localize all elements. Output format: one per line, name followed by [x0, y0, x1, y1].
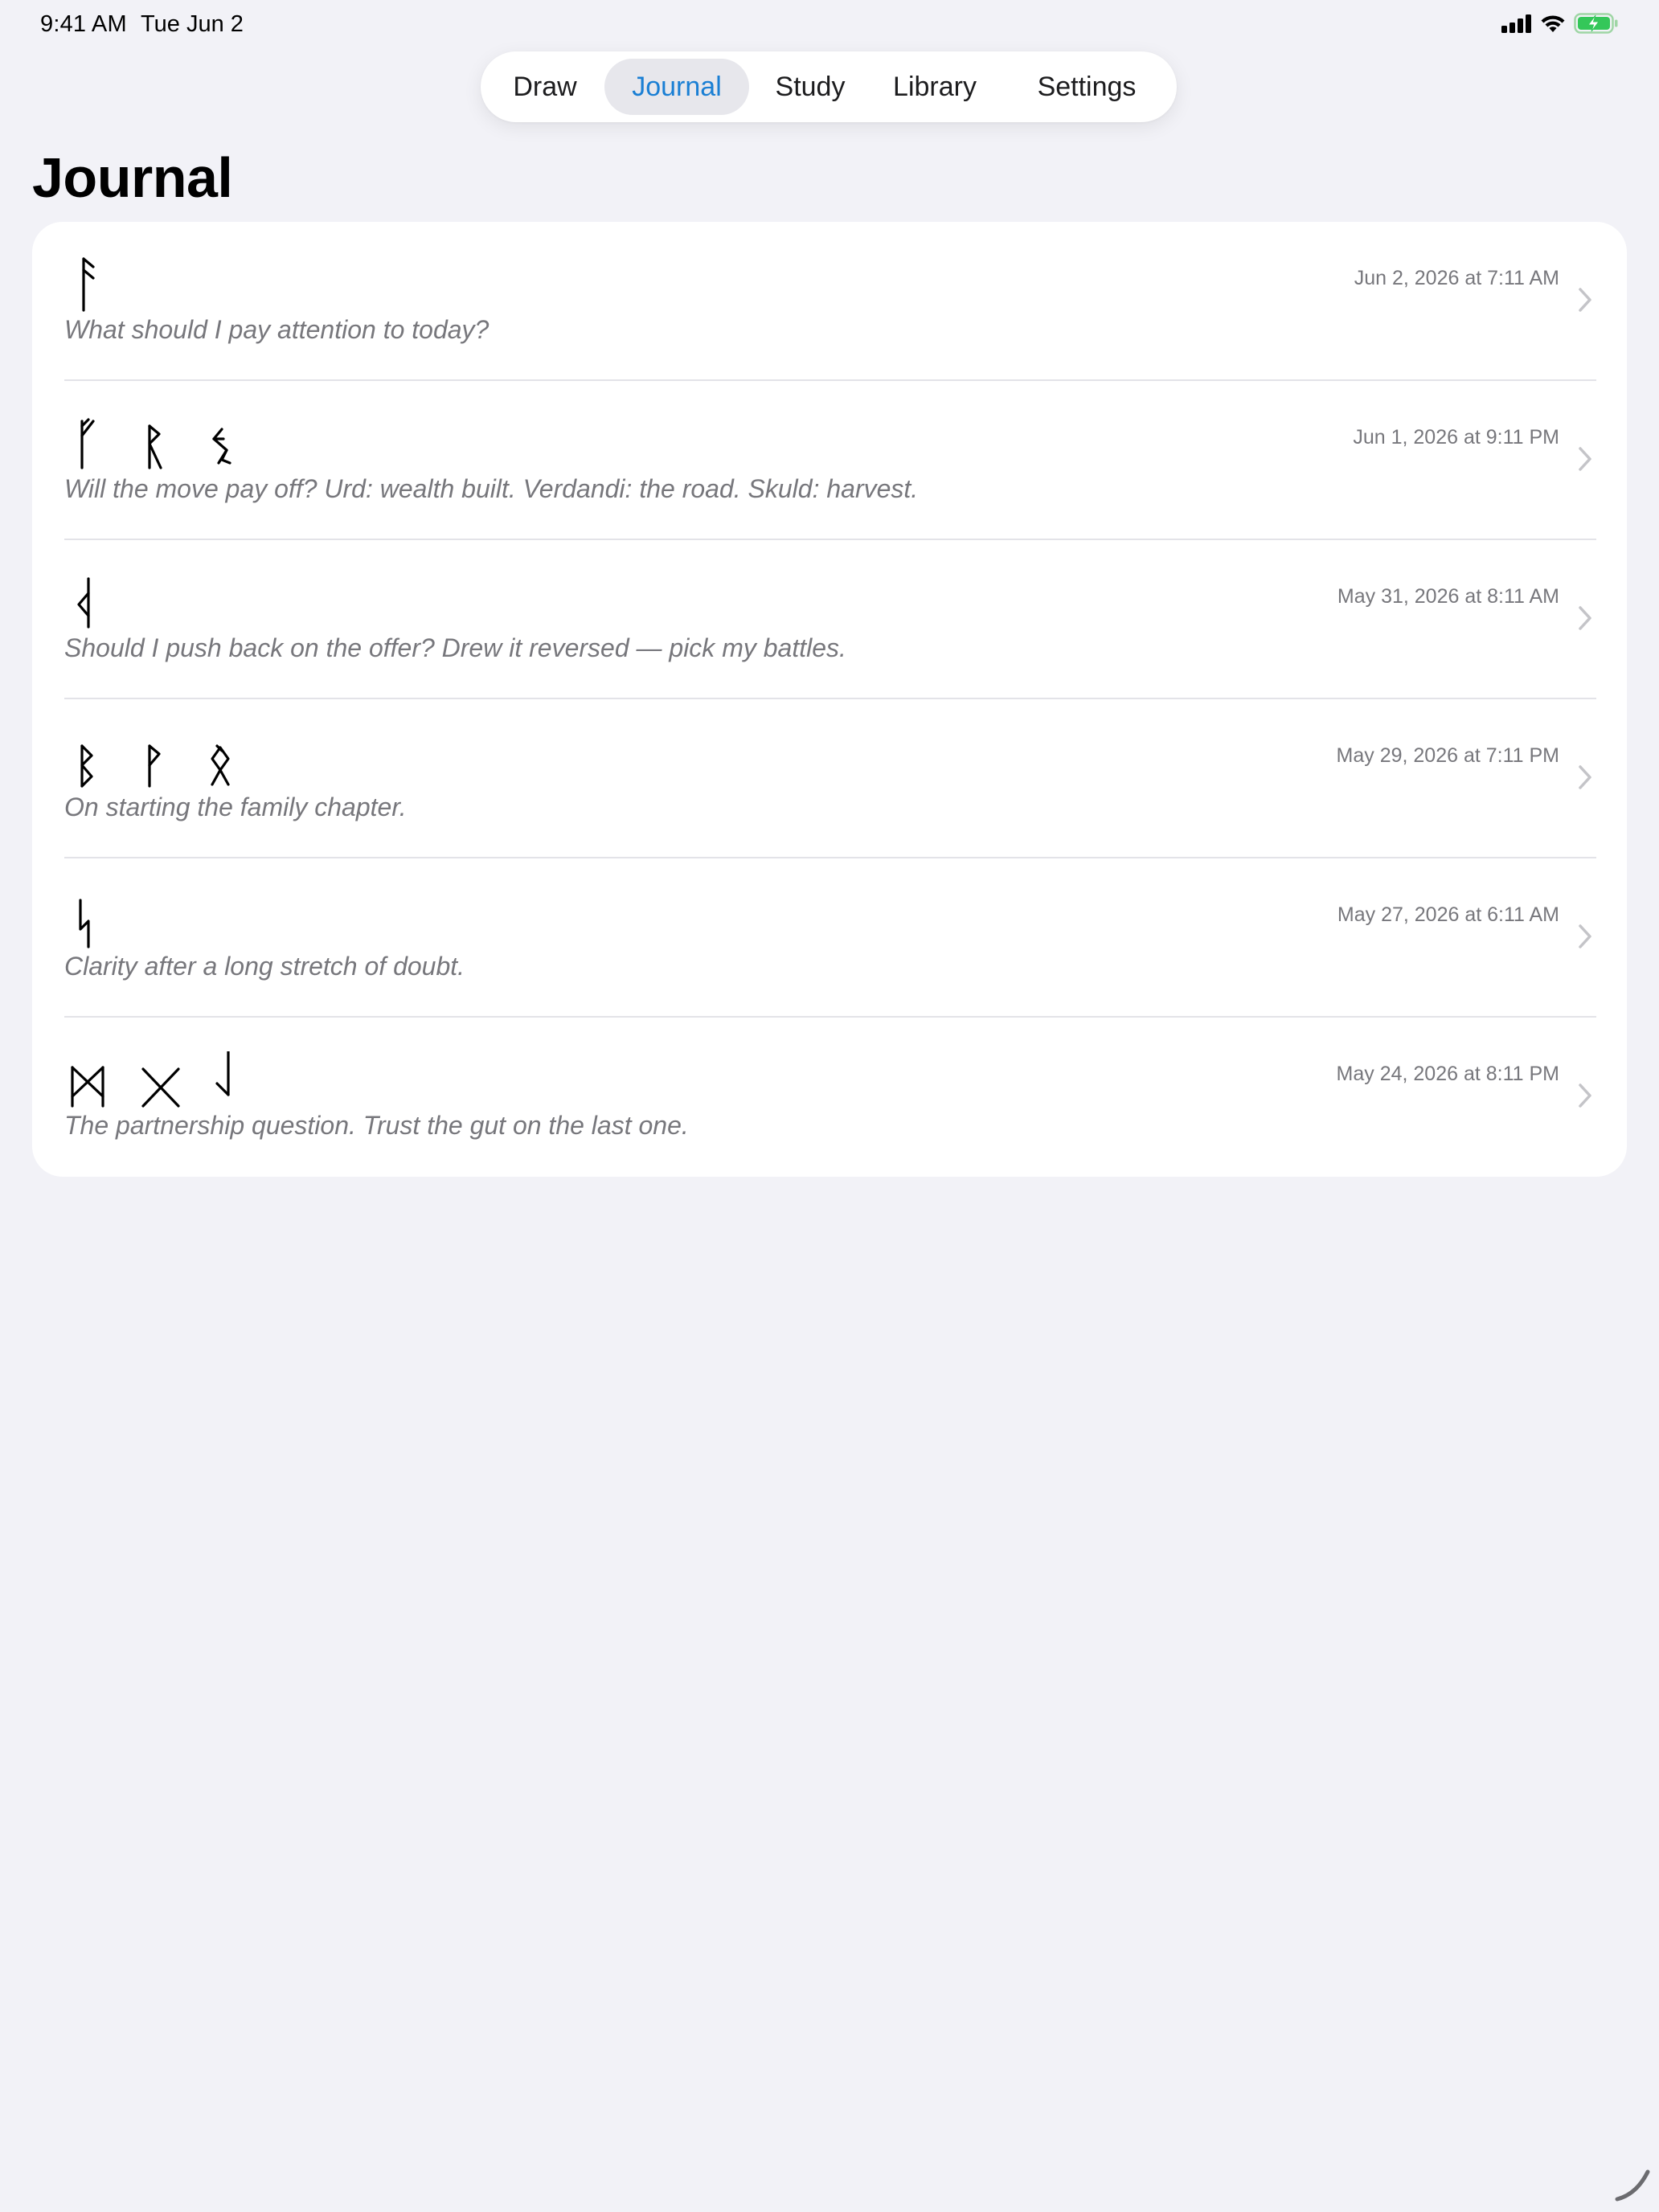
cellular-signal-icon	[1501, 14, 1532, 37]
journal-entry[interactable]: May 24, 2026 at 8:11 PM The partnership …	[32, 1018, 1627, 1177]
rune-row	[64, 415, 267, 471]
status-bar: 9:41 AM Tue Jun 2	[0, 0, 1659, 51]
kenaz-reversed-rune-icon	[64, 574, 132, 630]
page-title: Journal	[32, 146, 233, 209]
rune-row	[64, 892, 132, 948]
chevron-right-icon	[1579, 606, 1591, 630]
rune-row	[64, 574, 132, 630]
tab-draw[interactable]: Draw	[500, 59, 590, 115]
entry-note: On starting the family chapter.	[64, 793, 407, 821]
journal-entry[interactable]: Jun 1, 2026 at 9:11 PM Will the move pay…	[32, 381, 1627, 540]
journal-list: Jun 2, 2026 at 7:11 AM What should I pay…	[32, 222, 1627, 1177]
entry-note: Clarity after a long stretch of doubt.	[64, 952, 465, 981]
raidho-rune-icon	[132, 415, 199, 471]
wunjo-rune-icon	[132, 733, 199, 789]
status-date: Tue Jun 2	[141, 11, 244, 37]
entry-note: What should I pay attention to today?	[64, 315, 490, 344]
tab-library[interactable]: Library	[883, 59, 987, 115]
othala-rune-icon	[199, 733, 267, 789]
chevron-right-icon	[1579, 1083, 1591, 1108]
chevron-right-icon	[1579, 288, 1591, 312]
entry-note: Will the move pay off? Urd: wealth built…	[64, 474, 919, 503]
rune-row	[64, 256, 132, 312]
wifi-icon	[1540, 14, 1566, 37]
journal-entry[interactable]: May 31, 2026 at 8:11 AM Should I push ba…	[32, 540, 1627, 699]
tab-journal[interactable]: Journal	[604, 59, 749, 115]
entry-date: Jun 2, 2026 at 7:11 AM	[1354, 267, 1559, 289]
ansuz-rune-icon	[64, 256, 132, 312]
corner-grabber-icon[interactable]	[1612, 2164, 1653, 2204]
rune-row	[64, 733, 267, 789]
tab-study[interactable]: Study	[762, 59, 858, 115]
entry-date: May 31, 2026 at 8:11 AM	[1337, 585, 1559, 608]
mannaz-rune-icon	[64, 1051, 132, 1108]
sowilo-variant-rune-icon	[64, 892, 132, 948]
journal-entry[interactable]: Jun 2, 2026 at 7:11 AM What should I pay…	[32, 222, 1627, 381]
status-time: 9:41 AM	[40, 11, 127, 37]
tab-bar: Draw Journal Study Library Settings	[481, 51, 1177, 122]
status-icons	[1501, 13, 1619, 38]
entry-date: May 27, 2026 at 6:11 AM	[1337, 903, 1559, 926]
berkano-rune-icon	[64, 733, 132, 789]
chevron-right-icon	[1579, 765, 1591, 789]
entry-date: May 29, 2026 at 7:11 PM	[1336, 744, 1559, 767]
fehu-rune-icon	[64, 415, 132, 471]
entry-note: Should I push back on the offer? Drew it…	[64, 633, 846, 662]
journal-entry[interactable]: May 27, 2026 at 6:11 AM Clarity after a …	[32, 858, 1627, 1018]
entry-note: The partnership question. Trust the gut …	[64, 1111, 689, 1140]
rune-row	[64, 1051, 267, 1108]
entry-date: Jun 1, 2026 at 9:11 PM	[1353, 426, 1559, 449]
chevron-right-icon	[1579, 447, 1591, 471]
entry-date: May 24, 2026 at 8:11 PM	[1336, 1063, 1559, 1085]
laguz-reversed-rune-icon	[199, 1051, 267, 1108]
journal-entry[interactable]: May 29, 2026 at 7:11 PM On starting the …	[32, 699, 1627, 858]
tab-settings[interactable]: Settings	[1016, 59, 1157, 115]
gebo-rune-icon	[132, 1051, 199, 1108]
chevron-right-icon	[1579, 924, 1591, 948]
sowilo-rune-icon	[199, 415, 267, 471]
battery-charging-icon	[1574, 13, 1619, 38]
